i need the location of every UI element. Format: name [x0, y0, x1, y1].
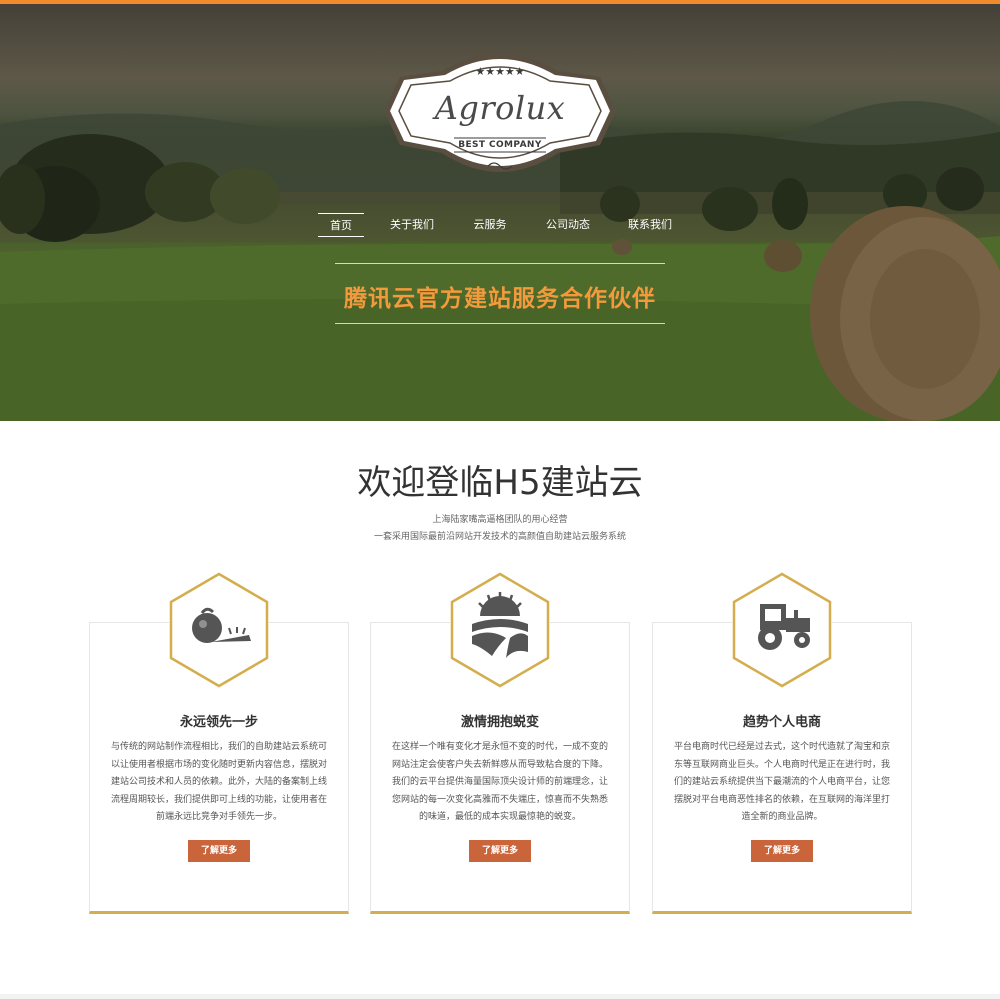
hero-slogan: 腾讯云官方建站服务合作伙伴	[344, 286, 656, 312]
slogan-bottom-divider	[335, 323, 665, 324]
logo-wordmark: Agrolux	[434, 89, 566, 127]
main-navigation: 首页 关于我们 云服务 公司动态 联系我们	[318, 213, 690, 237]
hero-banner: ★★★★★ Agrolux BEST COMPANY 首页 关于我们 云服务 公…	[0, 4, 1000, 421]
nav-item-contact[interactable]: 联系我们	[622, 213, 678, 237]
nav-item-news[interactable]: 公司动态	[540, 213, 596, 237]
svg-text:★★★★★: ★★★★★	[475, 65, 524, 78]
card-title: 永远领先一步	[179, 715, 258, 730]
learn-more-button[interactable]: 了解更多	[469, 840, 531, 862]
logo-tagline: BEST COMPANY	[458, 140, 542, 150]
footer-edge	[0, 994, 1000, 999]
section-subtitle-1: 上海陆家嘴高逼格团队的用心经营	[432, 515, 568, 525]
slogan-top-divider	[335, 263, 665, 264]
card-title: 激情拥抱蜕变	[460, 715, 539, 730]
card-description: 在这样一个唯有变化才是永恒不变的时代，一成不变的网站注定会使客户失去新鲜感从而导…	[391, 742, 608, 822]
card-description: 平台电商时代已经是过去式，这个时代造就了淘宝和京东等互联网商业巨头。个人电商时代…	[673, 742, 890, 822]
farm-field-icon	[450, 572, 550, 688]
nav-item-cloud-service[interactable]: 云服务	[464, 213, 516, 237]
vegetables-icon	[169, 572, 269, 688]
section-title: 欢迎登临H5建站云	[357, 463, 643, 503]
learn-more-button[interactable]: 了解更多	[751, 840, 813, 862]
card-title: 趋势个人电商	[742, 715, 821, 730]
card-description: 与传统的网站制作流程相比，我们的自助建站云系统可以让使用者根据市场的变化随时更新…	[110, 742, 327, 822]
logo-badge[interactable]: ★★★★★ Agrolux BEST COMPANY	[384, 41, 616, 191]
nav-item-about[interactable]: 关于我们	[384, 213, 440, 237]
section-subtitle-2: 一套采用国际最前沿网站开发技术的高颜值自助建站云服务系统	[373, 532, 626, 542]
nav-item-home[interactable]: 首页	[318, 213, 364, 237]
tractor-icon	[732, 572, 832, 688]
learn-more-button[interactable]: 了解更多	[188, 840, 250, 862]
